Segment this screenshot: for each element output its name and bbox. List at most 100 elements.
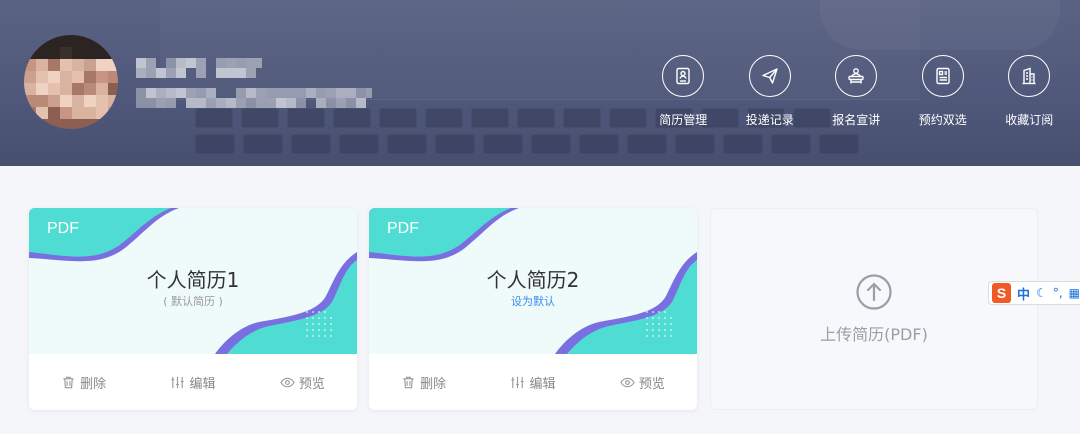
avatar-pixel: [60, 35, 72, 47]
default-resume-label: ( 默认简历 ): [163, 295, 223, 308]
nav-resume-management[interactable]: 简历管理: [640, 55, 727, 128]
redacted-pixel: [236, 98, 246, 108]
keyboard-key: [483, 134, 523, 154]
redacted-pixel: [266, 88, 276, 98]
avatar-pixel: [48, 35, 60, 47]
redacted-pixel: [146, 58, 156, 68]
avatar-pixel: [84, 95, 96, 107]
nav-delivery-records[interactable]: 投递记录: [727, 55, 814, 128]
avatar-pixel: [24, 47, 36, 59]
redacted-pixel: [236, 68, 246, 78]
redacted-pixel: [136, 68, 146, 78]
redacted-pixel: [216, 58, 226, 68]
resume-actions: 删除 编辑 预览: [29, 354, 357, 410]
redacted-pixel: [236, 88, 246, 98]
delete-button[interactable]: 删除: [61, 373, 106, 392]
user-subtitle: [136, 88, 372, 110]
avatar-pixel: [108, 83, 118, 95]
avatar-pixel: [72, 59, 84, 71]
redacted-pixel: [196, 88, 206, 98]
redacted-pixel: [316, 88, 326, 98]
avatar-pixel: [36, 35, 48, 47]
avatar-pixel: [72, 83, 84, 95]
avatar-pixel: [24, 71, 36, 83]
ime-language-toggle[interactable]: 中: [1017, 284, 1030, 303]
avatar-pixel: [108, 59, 118, 71]
resume-cover[interactable]: PDF 个人简历2 设为默认: [369, 208, 697, 354]
edit-button[interactable]: 编辑: [510, 373, 556, 392]
avatar-pixel: [72, 35, 84, 47]
ime-toolbar[interactable]: S 中 ☾ °, ▦: [988, 281, 1080, 305]
punctuation-icon[interactable]: °,: [1053, 286, 1063, 300]
redacted-pixel: [256, 88, 266, 98]
keyboard-key: [723, 134, 763, 154]
redacted-pixel: [276, 98, 286, 108]
avatar-pixel: [48, 119, 60, 129]
redacted-pixel: [246, 68, 256, 78]
nav-appointment[interactable]: 预约双选: [900, 55, 987, 128]
delete-label: 删除: [80, 376, 107, 392]
redacted-pixel: [206, 98, 216, 108]
appointment-icon: [921, 55, 964, 97]
avatar-pixel: [84, 35, 96, 47]
keyboard-key: [425, 108, 463, 128]
preview-button[interactable]: 预览: [620, 373, 665, 392]
upload-resume-button[interactable]: 上传简历(PDF): [710, 208, 1038, 410]
resume-title: 个人简历1: [146, 268, 240, 292]
background-laptop-edge: [820, 0, 1060, 50]
redacted-pixel: [136, 58, 146, 68]
avatar-pixel: [24, 83, 36, 95]
keyboard-key: [379, 108, 417, 128]
nav-favorites[interactable]: 收藏订阅: [986, 55, 1073, 128]
avatar-pixel: [96, 83, 108, 95]
sogou-logo-icon: S: [992, 283, 1012, 303]
avatar-pixel: [24, 59, 36, 71]
redacted-pixel: [296, 98, 306, 108]
avatar-pixel: [48, 59, 60, 71]
keyboard-key: [627, 134, 667, 154]
resume-card[interactable]: PDF 个人简历2 设为默认 删除 编辑 预览: [369, 208, 697, 410]
user-name: [136, 58, 262, 78]
redacted-pixel: [226, 98, 236, 108]
avatar-pixel: [108, 47, 118, 59]
redacted-pixel: [356, 98, 366, 108]
moon-icon[interactable]: ☾: [1036, 286, 1047, 300]
keyboard-key: [243, 134, 283, 154]
redacted-pixel: [216, 98, 226, 108]
keyboard-icon[interactable]: ▦: [1069, 286, 1080, 300]
redacted-pixel: [286, 98, 296, 108]
keyboard-key: [531, 134, 571, 154]
set-default-link[interactable]: 设为默认: [369, 293, 697, 309]
avatar-pixel: [48, 95, 60, 107]
redacted-pixel: [356, 88, 366, 98]
avatar-pixel: [108, 95, 118, 107]
send-icon: [748, 55, 791, 97]
nav-label: 投递记录: [745, 113, 794, 127]
redacted-pixel: [296, 88, 306, 98]
redacted-pixel: [196, 98, 206, 108]
redacted-pixel: [166, 68, 176, 78]
favorite-building-icon: [1008, 55, 1051, 97]
eye-icon: [620, 377, 635, 387]
avatar-pixel: [108, 119, 118, 129]
redacted-pixel: [186, 98, 196, 108]
keyboard-key: [339, 134, 379, 154]
sliders-icon: [171, 376, 185, 388]
resume-cover[interactable]: PDF 个人简历1 ( 默认简历 ): [29, 208, 357, 354]
resume-card[interactable]: PDF 个人简历1 ( 默认简历 ) 删除 编辑 预览: [29, 208, 357, 410]
preview-label: 预览: [638, 376, 665, 392]
redacted-pixel: [256, 98, 266, 108]
avatar-pixel: [60, 59, 72, 71]
avatar[interactable]: [24, 35, 118, 129]
nav-label: 收藏订阅: [1005, 113, 1054, 127]
trash-icon: [403, 376, 414, 388]
keyboard-key: [387, 134, 427, 154]
preview-button[interactable]: 预览: [280, 373, 325, 392]
delete-button[interactable]: 删除: [401, 373, 446, 392]
avatar-pixel: [48, 107, 60, 119]
resume-actions: 删除 编辑 预览: [369, 354, 697, 410]
redacted-pixel: [326, 88, 336, 98]
avatar-pixel: [72, 95, 84, 107]
edit-button[interactable]: 编辑: [170, 373, 216, 392]
nav-lecture-signup[interactable]: 报名宣讲: [813, 55, 900, 128]
